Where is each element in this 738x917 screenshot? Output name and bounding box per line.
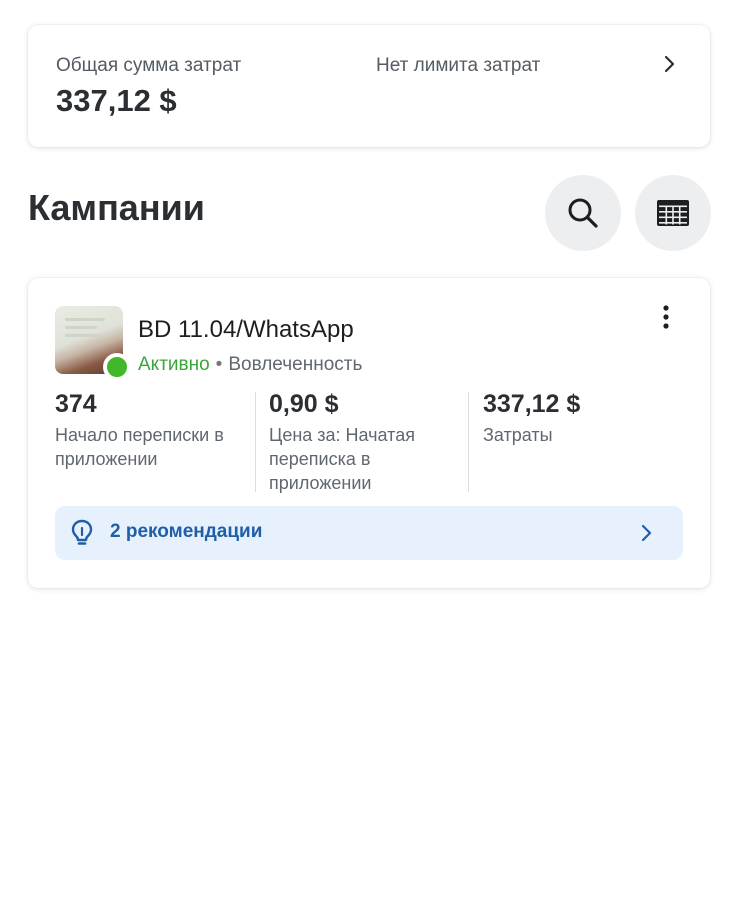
metric-label: Затраты bbox=[483, 425, 553, 445]
table-view-button[interactable] bbox=[635, 175, 711, 251]
chevron-right-icon bbox=[641, 524, 652, 542]
search-icon bbox=[568, 198, 598, 228]
metric-value: 0,90 $ bbox=[269, 390, 339, 418]
metric-cost-per-result: 0,90 $ Цена за: Начатая переписка в прил… bbox=[269, 388, 454, 493]
spend-limit-label: Нет лимита затрат bbox=[376, 55, 541, 76]
metric-value: 337,12 $ bbox=[483, 390, 581, 418]
metric-label: Начало переписки в приложении bbox=[55, 425, 224, 469]
lightbulb-icon bbox=[71, 519, 93, 545]
campaign-status-row: Активно • Вовлеченность bbox=[138, 354, 362, 376]
campaign-name[interactable]: BD 11.04/WhatsApp bbox=[138, 316, 354, 344]
more-vertical-icon[interactable] bbox=[658, 304, 674, 330]
total-spend-value: 337,12 $ bbox=[56, 83, 177, 118]
chevron-right-icon[interactable] bbox=[658, 53, 680, 75]
metric-value: 374 bbox=[55, 390, 97, 418]
metric-divider bbox=[468, 392, 469, 492]
campaign-card[interactable]: BD 11.04/WhatsApp Активно • Вовлеченность … bbox=[28, 278, 710, 588]
ads-manager-screen: Общая сумма затрат 337,12 $ Нет лимита з… bbox=[0, 0, 738, 917]
search-button[interactable] bbox=[545, 175, 621, 251]
total-spend-label: Общая сумма затрат bbox=[56, 55, 242, 76]
campaign-objective: Вовлеченность bbox=[228, 354, 363, 375]
metric-label: Цена за: Начатая переписка в приложении bbox=[269, 425, 415, 493]
campaigns-heading: Кампании bbox=[28, 187, 205, 228]
table-icon bbox=[657, 200, 689, 226]
metric-divider bbox=[255, 392, 256, 492]
recommendations-label: 2 рекомендации bbox=[110, 521, 263, 542]
metric-conversations: 374 Начало переписки в приложении bbox=[55, 388, 250, 492]
recommendations-bar[interactable]: 2 рекомендации bbox=[55, 506, 683, 560]
status-text: Активно bbox=[138, 354, 210, 375]
status-separator: • bbox=[215, 354, 223, 375]
metric-amount-spent: 337,12 $ Затраты bbox=[483, 388, 683, 492]
spend-summary-card[interactable]: Общая сумма затрат 337,12 $ Нет лимита з… bbox=[28, 25, 710, 147]
campaign-metrics: 374 Начало переписки в приложении 0,90 $… bbox=[55, 388, 685, 493]
active-status-dot bbox=[103, 353, 131, 381]
